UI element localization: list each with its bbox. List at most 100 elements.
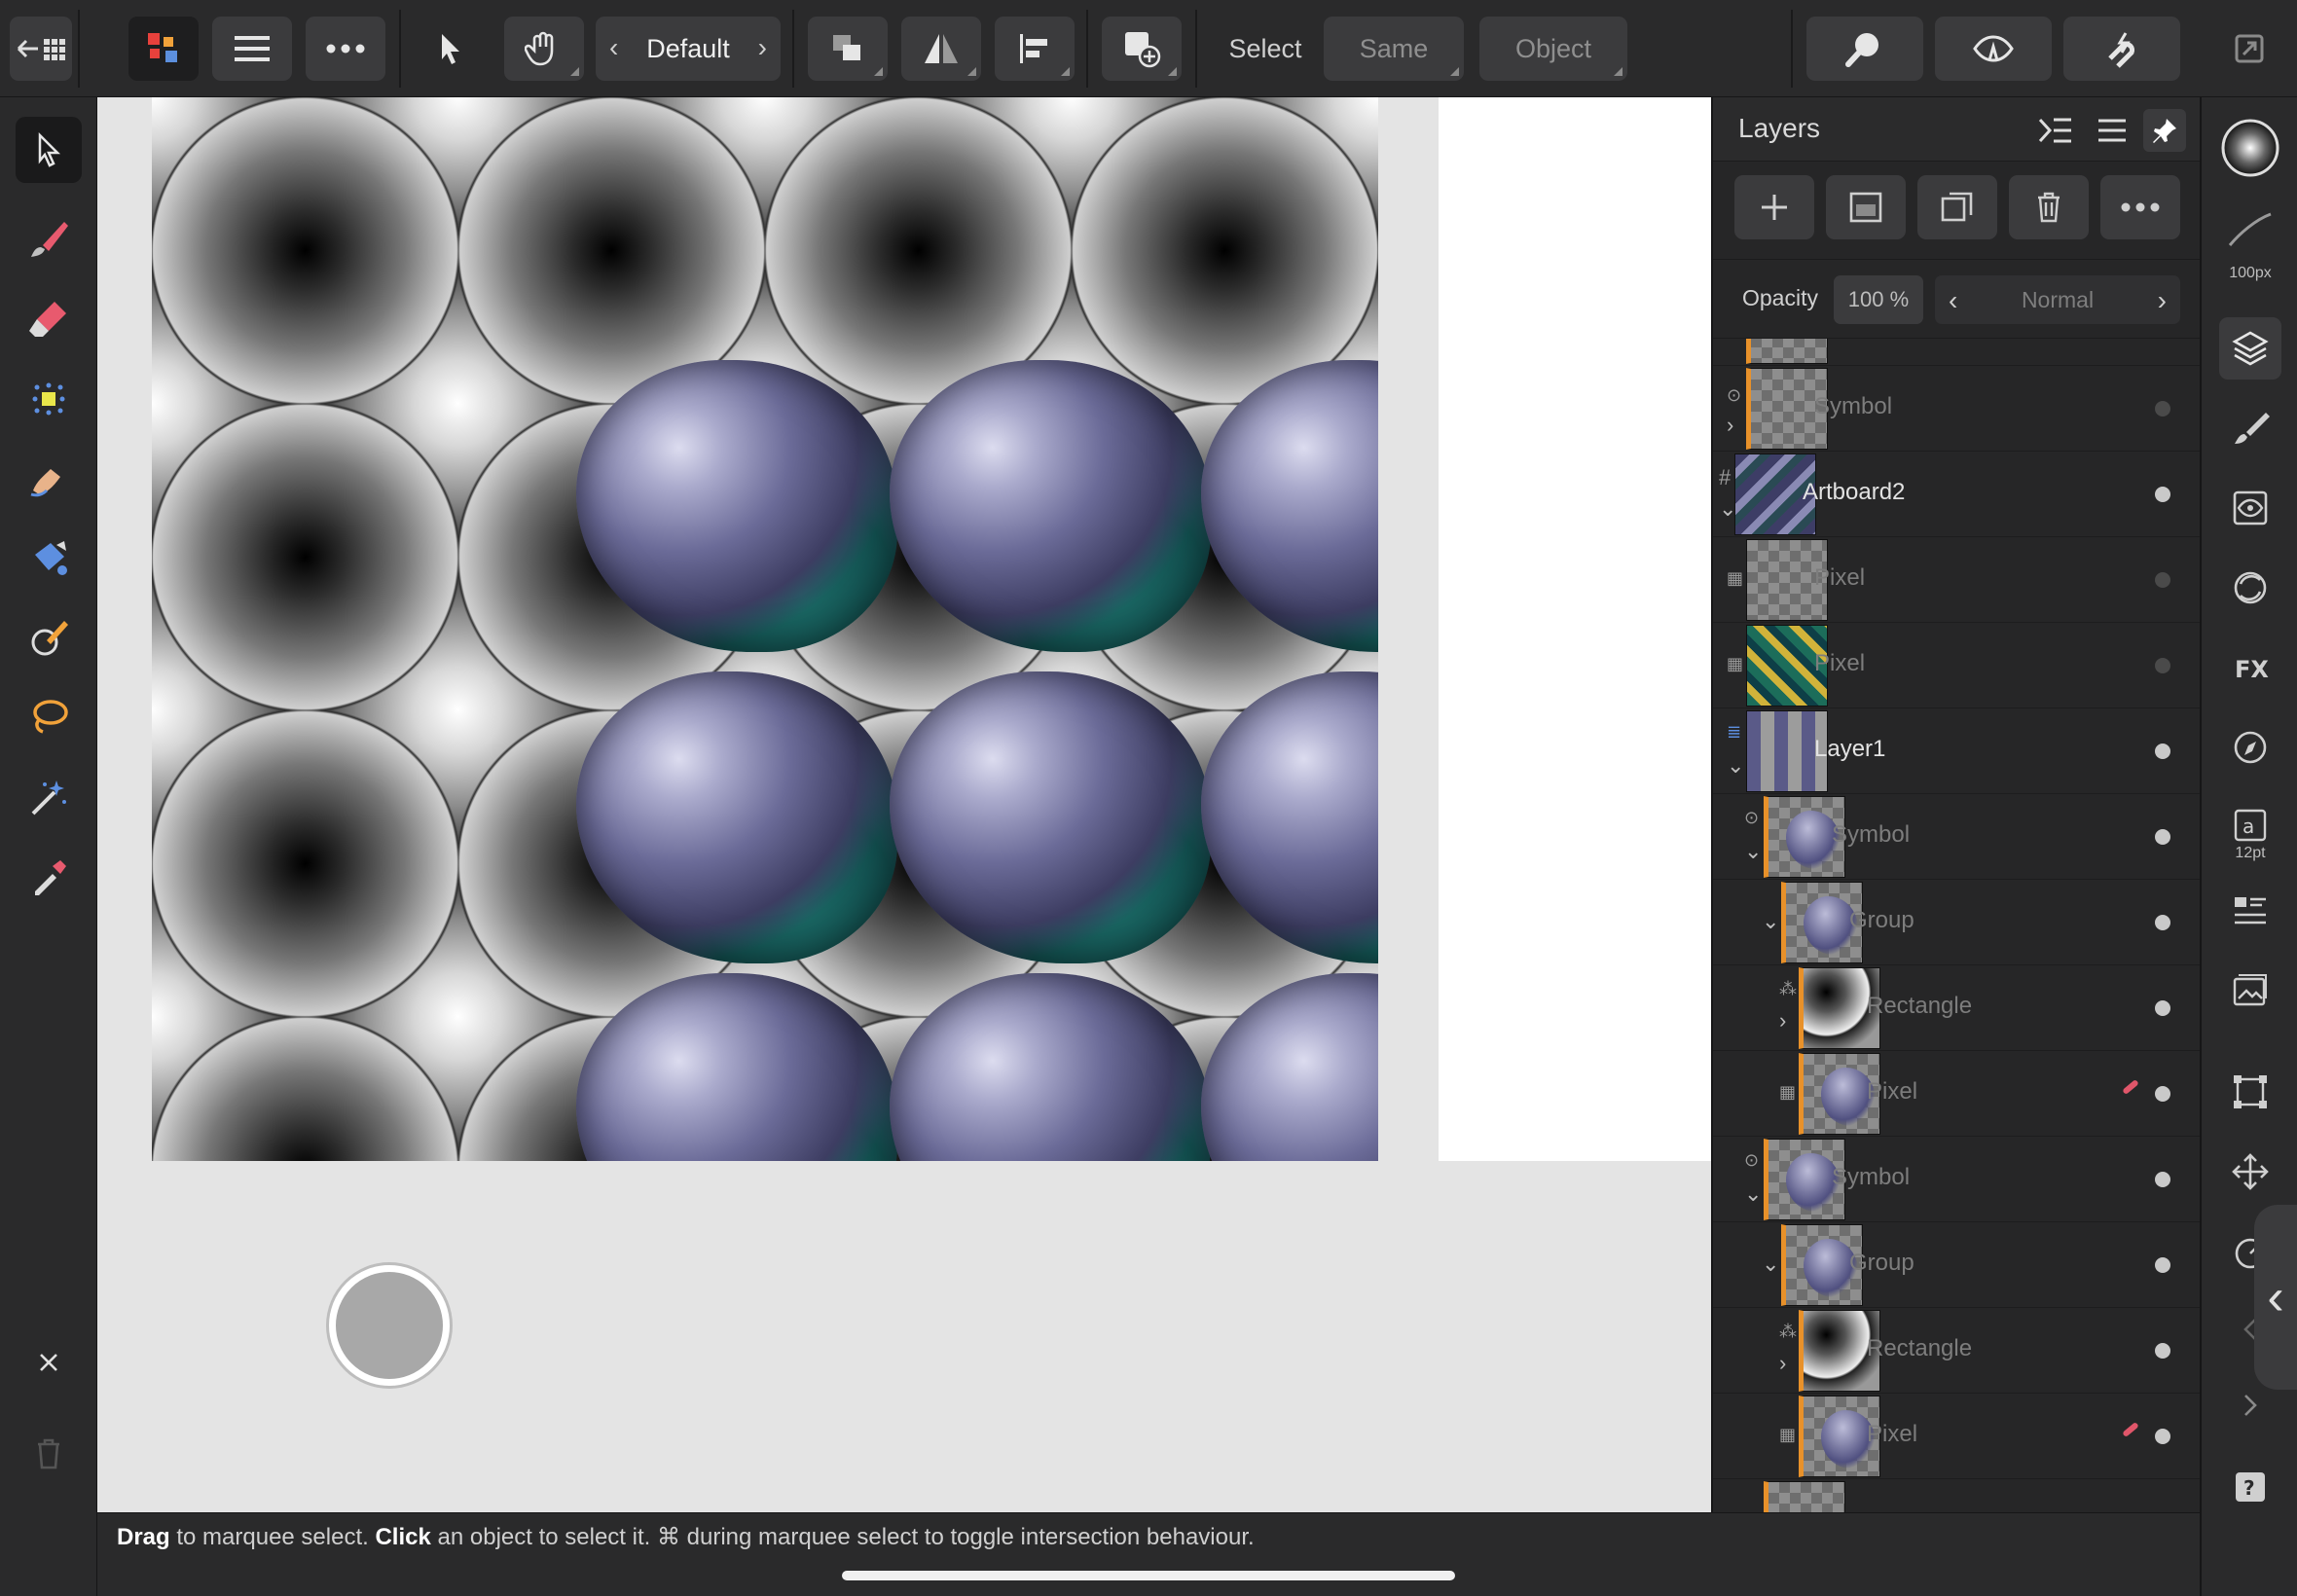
preset-next-icon[interactable]: › xyxy=(758,32,767,63)
transform-studio-button[interactable] xyxy=(2219,1061,2281,1123)
layer-row[interactable]: ▦ Pixel xyxy=(1713,1394,2200,1479)
move-tool[interactable] xyxy=(16,117,82,183)
paint-brush-tool[interactable] xyxy=(16,206,82,272)
collapse-layers-button[interactable] xyxy=(2034,109,2077,152)
hand-tool-button[interactable] xyxy=(504,17,584,81)
snapping-button[interactable] xyxy=(2063,17,2180,81)
flip-button[interactable] xyxy=(901,17,981,81)
preset-selector[interactable]: ‹ Default › xyxy=(596,17,781,81)
home-indicator[interactable] xyxy=(842,1571,1455,1580)
duplicate-layer-button[interactable] xyxy=(1917,175,1997,239)
record-button[interactable] xyxy=(329,1265,450,1386)
collapse-chevron-icon[interactable]: ⌄ xyxy=(1727,753,1744,779)
back-to-gallery-button[interactable] xyxy=(10,17,72,81)
add-mask-button[interactable] xyxy=(1826,175,1906,239)
visibility-toggle[interactable] xyxy=(2155,915,2170,930)
visibility-toggle[interactable] xyxy=(2155,744,2170,759)
blend-next-icon[interactable]: › xyxy=(2158,285,2167,316)
erase-brush-tool[interactable] xyxy=(16,286,82,352)
visibility-toggle[interactable] xyxy=(2155,1343,2170,1359)
assets-studio-button[interactable] xyxy=(2219,882,2281,944)
layer-row[interactable]: ⊙ ⌄ Symbol xyxy=(1713,1137,2200,1222)
artboard-pattern[interactable] xyxy=(152,97,1378,1161)
collapse-chevron-icon[interactable]: ⌄ xyxy=(1762,1251,1779,1277)
expand-chevron-icon[interactable]: › xyxy=(1727,413,1733,438)
move-tool-button[interactable] xyxy=(411,17,491,81)
brushes-studio-button[interactable] xyxy=(2219,397,2281,459)
navigator-studio-button[interactable] xyxy=(2219,716,2281,779)
visibility-toggle[interactable] xyxy=(2155,401,2170,417)
layer-row[interactable]: # ⌄ Artboard2 xyxy=(1713,452,2200,537)
artboard2-canvas[interactable] xyxy=(1439,97,1711,1161)
select-same-button[interactable]: Same xyxy=(1324,17,1464,81)
collapse-chevron-icon[interactable]: ⌄ xyxy=(1762,909,1779,934)
expand-chevron-icon[interactable]: › xyxy=(1779,1351,1786,1376)
flood-select-tool[interactable] xyxy=(16,366,82,432)
layers-menu-button[interactable] xyxy=(2091,109,2133,152)
more-button[interactable] xyxy=(306,17,385,81)
studio-drawer-tab[interactable]: ‹ xyxy=(2254,1205,2297,1390)
view-mode-button[interactable] xyxy=(1935,17,2052,81)
align-button[interactable] xyxy=(995,17,1075,81)
arrange-button[interactable] xyxy=(808,17,888,81)
layer-row-partial[interactable] xyxy=(1713,339,2200,366)
help-button[interactable]: ? xyxy=(2219,1456,2281,1518)
selection-brush-tool[interactable] xyxy=(16,765,82,831)
layer-row[interactable]: ≣ ⌄ Layer1 xyxy=(1713,708,2200,794)
visibility-toggle[interactable] xyxy=(2155,1000,2170,1016)
preset-prev-icon[interactable]: ‹ xyxy=(609,32,618,63)
adjustments-studio-button[interactable] xyxy=(2219,557,2281,619)
visibility-toggle[interactable] xyxy=(2155,1257,2170,1273)
blend-prev-icon[interactable]: ‹ xyxy=(1949,285,1957,316)
collapse-chevron-icon[interactable]: ⌄ xyxy=(1744,839,1762,864)
delete-layer-button[interactable] xyxy=(2009,175,2089,239)
visibility-toggle[interactable] xyxy=(2155,572,2170,588)
layer-list[interactable]: ⊙ › Symbol # ⌄ Artboard2 ▦ Pixel ▦ Pixel xyxy=(1713,339,2200,1512)
persona-button[interactable] xyxy=(128,17,199,81)
layer-row[interactable]: ▦ Pixel xyxy=(1713,623,2200,708)
close-context-button[interactable] xyxy=(16,1329,82,1396)
collapse-chevron-icon[interactable]: ⌄ xyxy=(1744,1181,1762,1207)
fx-studio-button[interactable]: FX xyxy=(2219,636,2281,699)
select-object-button[interactable]: Object xyxy=(1479,17,1627,81)
color-picker-tool[interactable] xyxy=(16,845,82,911)
expand-chevron-icon[interactable]: › xyxy=(1779,1008,1786,1034)
layers-studio-button[interactable] xyxy=(2219,317,2281,380)
blend-mode-selector[interactable]: Normal ‹ › xyxy=(1935,275,2180,324)
add-layer-button[interactable] xyxy=(1734,175,1814,239)
fill-tool[interactable] xyxy=(16,526,82,592)
opacity-field[interactable]: 100 % xyxy=(1834,275,1923,324)
layer-row[interactable]: ⌄ Group xyxy=(1713,880,2200,965)
visibility-toggle[interactable] xyxy=(2155,829,2170,845)
visibility-toggle[interactable] xyxy=(2155,658,2170,673)
layer-row[interactable]: ⌄ Group xyxy=(1713,1222,2200,1308)
brush-size-button[interactable] xyxy=(2219,199,2281,261)
visibility-toggle[interactable] xyxy=(2155,1172,2170,1187)
layer-row-partial[interactable] xyxy=(1713,1479,2200,1512)
layer-more-button[interactable] xyxy=(2100,175,2180,239)
visibility-toggle[interactable] xyxy=(2155,1086,2170,1102)
pin-panel-button[interactable] xyxy=(2143,109,2186,152)
layer-row[interactable]: ⁂ › Rectangle xyxy=(1713,1308,2200,1394)
insert-button[interactable] xyxy=(1102,17,1182,81)
smudge-tool[interactable] xyxy=(16,446,82,512)
layer-row[interactable]: ▦ Pixel xyxy=(1713,537,2200,623)
color-swatch-button[interactable] xyxy=(2219,117,2281,179)
layer-row[interactable]: ▦ Pixel xyxy=(1713,1051,2200,1137)
move-studio-button[interactable] xyxy=(2219,1141,2281,1203)
history-studio-button[interactable] xyxy=(2219,960,2281,1022)
layer-row[interactable]: ⊙ › Symbol xyxy=(1713,366,2200,452)
document-canvas[interactable] xyxy=(97,97,1711,1512)
visibility-toggle[interactable] xyxy=(2155,1429,2170,1444)
delete-context-button[interactable] xyxy=(16,1421,82,1487)
view-zoom-button[interactable] xyxy=(1806,17,1923,81)
magnet-icon xyxy=(2108,32,2135,68)
visibility-toggle[interactable] xyxy=(2155,487,2170,502)
layer-row[interactable]: ⊙ ⌄ Symbol xyxy=(1713,794,2200,880)
clone-brush-tool[interactable] xyxy=(16,605,82,671)
menu-button[interactable] xyxy=(212,17,292,81)
layer-row[interactable]: ⁂ › Rectangle xyxy=(1713,965,2200,1051)
channels-studio-button[interactable] xyxy=(2219,477,2281,539)
freehand-selection-tool[interactable] xyxy=(16,685,82,751)
fullscreen-button[interactable] xyxy=(2217,17,2281,81)
